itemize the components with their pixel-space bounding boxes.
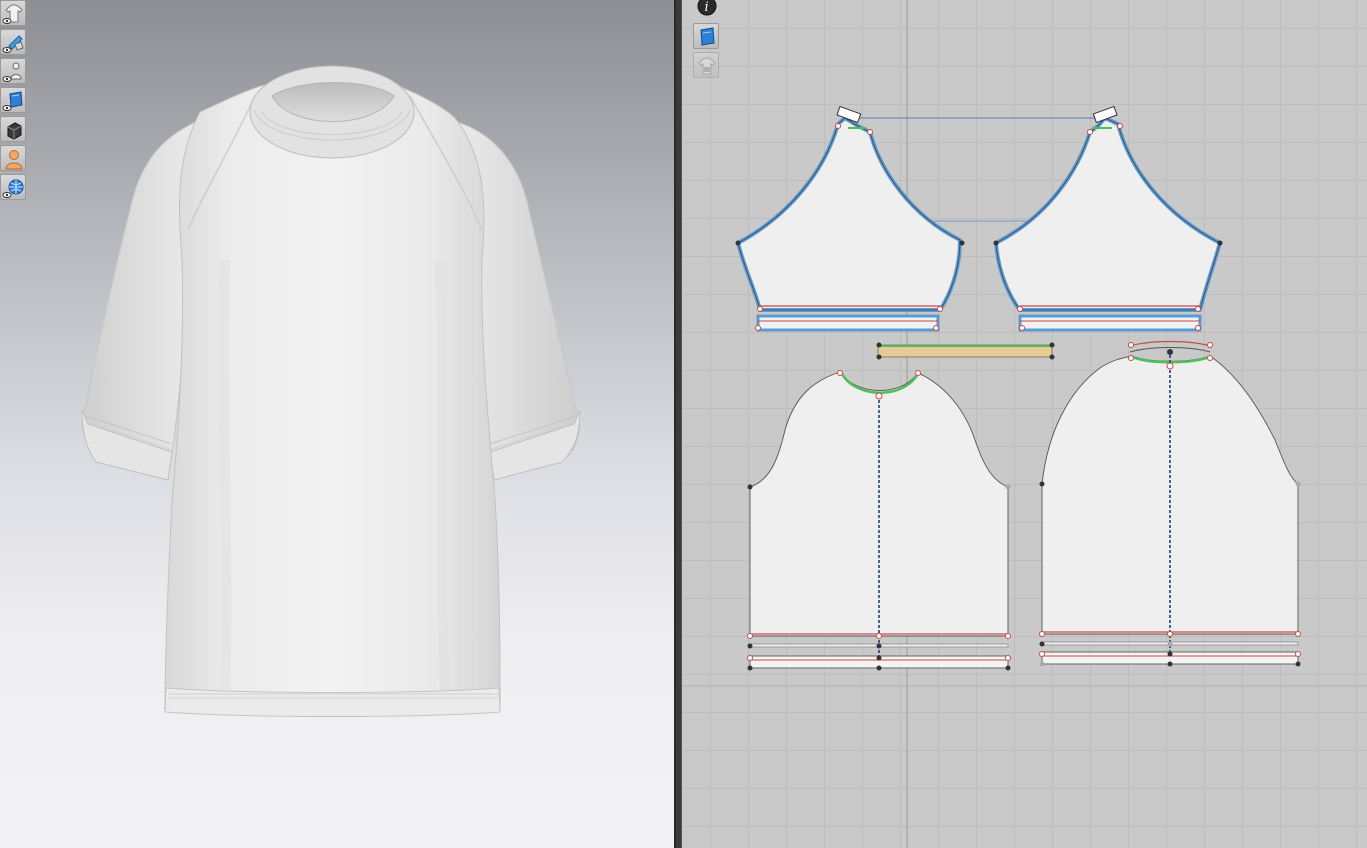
info-icon[interactable]: i	[693, 0, 719, 20]
pattern-back-body	[1039, 340, 1301, 667]
right-toolbar: i	[693, 0, 719, 81]
avatar-eye-icon[interactable]	[0, 58, 26, 84]
2d-pattern-viewport[interactable]: i	[682, 0, 1367, 848]
pattern-bodice-left	[735, 105, 965, 332]
pattern-bodice-right	[993, 105, 1223, 332]
pattern-front-body	[747, 370, 1011, 671]
globe-eye-icon[interactable]	[0, 174, 26, 200]
shirt-lock-icon[interactable]	[693, 52, 719, 78]
pattern-neck-binding	[876, 342, 1055, 360]
pattern-canvas	[682, 0, 1367, 848]
cube-icon[interactable]	[0, 116, 26, 142]
tshirt-body	[164, 83, 501, 715]
fabric-card-icon[interactable]	[693, 23, 719, 49]
svg-text:i: i	[705, 0, 709, 15]
viewport-divider[interactable]	[674, 0, 682, 848]
hem-band	[164, 687, 501, 717]
3d-viewport[interactable]	[0, 0, 674, 848]
tshirt-render	[81, 65, 581, 717]
shirt-eye-icon[interactable]	[0, 0, 26, 26]
brush-eye-icon[interactable]	[0, 29, 26, 55]
left-toolbar	[0, 0, 26, 203]
fabric-eye-icon[interactable]	[0, 87, 26, 113]
person-icon[interactable]	[0, 145, 26, 171]
